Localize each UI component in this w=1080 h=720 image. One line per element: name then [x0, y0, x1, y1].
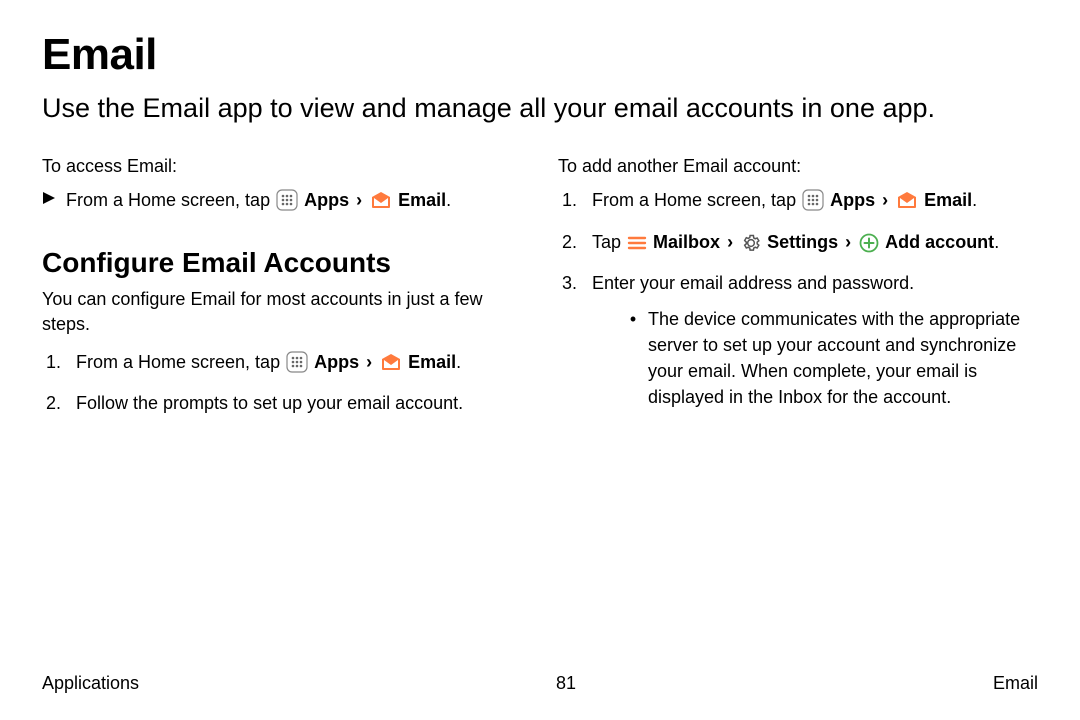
menu-icon	[627, 233, 647, 260]
chevron-icon: ›	[880, 190, 890, 210]
chevron-icon: ›	[354, 190, 364, 210]
list-number: 1.	[42, 349, 76, 375]
apps-icon	[802, 189, 824, 218]
email-icon	[380, 351, 402, 380]
right-column: To add another Email account: 1. From a …	[558, 152, 1036, 430]
settings-label: Settings	[767, 232, 838, 252]
apps-label: Apps	[830, 190, 875, 210]
list-number: 2.	[558, 229, 592, 255]
configure-step-1: 1. From a Home screen, tap Apps	[42, 349, 520, 380]
page-title: Email	[42, 30, 1038, 80]
mailbox-label: Mailbox	[653, 232, 720, 252]
email-label: Email	[408, 352, 456, 372]
add-account-lead: To add another Email account:	[558, 156, 1036, 177]
add-icon	[859, 233, 879, 260]
add-account-label: Add account	[885, 232, 994, 252]
configure-step-2: 2. Follow the prompts to set up your ema…	[42, 390, 520, 416]
chevron-icon: ›	[725, 232, 735, 252]
play-arrow-icon	[42, 187, 66, 212]
list-number: 3.	[558, 270, 592, 296]
access-lead: To access Email:	[42, 156, 520, 177]
chevron-icon: ›	[843, 232, 853, 252]
access-step: From a Home screen, tap Apps ›	[42, 187, 520, 218]
list-number: 2.	[42, 390, 76, 416]
apps-label: Apps	[304, 190, 349, 210]
footer-center: 81	[556, 673, 576, 694]
step2-text: Follow the prompts to set up your email …	[76, 390, 520, 416]
footer-left: Applications	[42, 673, 139, 694]
add-step3-note-text: The device communicates with the appropr…	[648, 306, 1036, 410]
step1-prefix: From a Home screen, tap	[76, 352, 285, 372]
footer-right: Email	[993, 673, 1038, 694]
chevron-icon: ›	[364, 352, 374, 372]
add-step-2: 2. Tap Mailbox ›	[558, 229, 1036, 260]
page-subtitle: Use the Email app to view and manage all…	[42, 90, 1038, 126]
left-column: To access Email: From a Home screen, tap	[42, 152, 520, 430]
configure-intro: You can configure Email for most account…	[42, 287, 520, 337]
add-step1-prefix: From a Home screen, tap	[592, 190, 801, 210]
email-icon	[370, 189, 392, 218]
configure-heading: Configure Email Accounts	[42, 247, 520, 279]
apps-label: Apps	[314, 352, 359, 372]
email-label: Email	[924, 190, 972, 210]
email-icon	[896, 189, 918, 218]
settings-icon	[741, 233, 761, 260]
add-step3-text: Enter your email address and password.	[592, 273, 914, 293]
list-number: 1.	[558, 187, 592, 213]
add-step-1: 1. From a Home screen, tap Apps	[558, 187, 1036, 218]
add-step3-note: • The device communicates with the appro…	[606, 306, 1036, 410]
email-label: Email	[398, 190, 446, 210]
add-step2-prefix: Tap	[592, 232, 626, 252]
apps-icon	[276, 189, 298, 218]
add-step-3: 3. Enter your email address and password…	[558, 270, 1036, 420]
bullet-icon: •	[606, 306, 648, 332]
page-footer: Applications 81 Email	[42, 673, 1038, 694]
apps-icon	[286, 351, 308, 380]
access-text-prefix: From a Home screen, tap	[66, 190, 275, 210]
